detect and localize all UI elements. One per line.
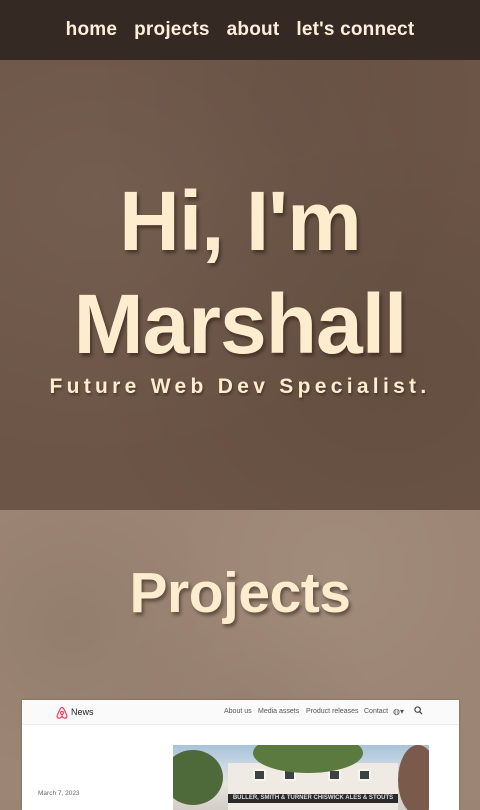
search-icon <box>414 706 423 715</box>
project-preview-header: News About us Media assets Product relea… <box>22 700 459 725</box>
nav-link-projects[interactable]: projects <box>134 19 210 41</box>
preview-nav-contact: Contact <box>364 708 389 715</box>
pub-sign: BULLER, SMITH & TURNER CHISWICK ALES & S… <box>228 794 398 803</box>
globe-icon: ◍▾ <box>393 707 404 716</box>
preview-nav-product-releases: Product releases <box>306 708 359 715</box>
hero-title: Hi, I'm Marshall <box>0 170 480 376</box>
preview-date: March 7, 2023 <box>38 790 80 797</box>
preview-nav-about-us: About us <box>224 708 252 715</box>
projects-heading: Projects <box>129 561 351 625</box>
projects-section: Projects News About us Media assets Prod… <box>0 510 480 810</box>
hero-title-line2: Marshall <box>73 277 408 371</box>
nav-link-about[interactable]: about <box>227 19 280 41</box>
top-navbar: home projects about let's connect <box>0 0 480 60</box>
preview-brand-label: News <box>71 707 94 717</box>
airbnb-logo-icon <box>56 706 68 719</box>
project-preview-image: BULLER, SMITH & TURNER CHISWICK ALES & S… <box>173 745 429 810</box>
project-card[interactable]: News About us Media assets Product relea… <box>22 700 459 810</box>
tree-right <box>398 745 429 810</box>
nav-link-home[interactable]: home <box>66 19 117 41</box>
preview-nav-media-assets: Media assets <box>258 708 300 715</box>
hero-subtitle: Future Web Dev Specialist. <box>49 375 431 398</box>
nav-link-lets-connect[interactable]: let's connect <box>296 19 414 41</box>
tree-left <box>173 750 223 805</box>
hero-section: Hi, I'm Marshall Future Web Dev Speciali… <box>0 60 480 510</box>
hero-title-line1: Hi, I'm <box>119 174 362 268</box>
